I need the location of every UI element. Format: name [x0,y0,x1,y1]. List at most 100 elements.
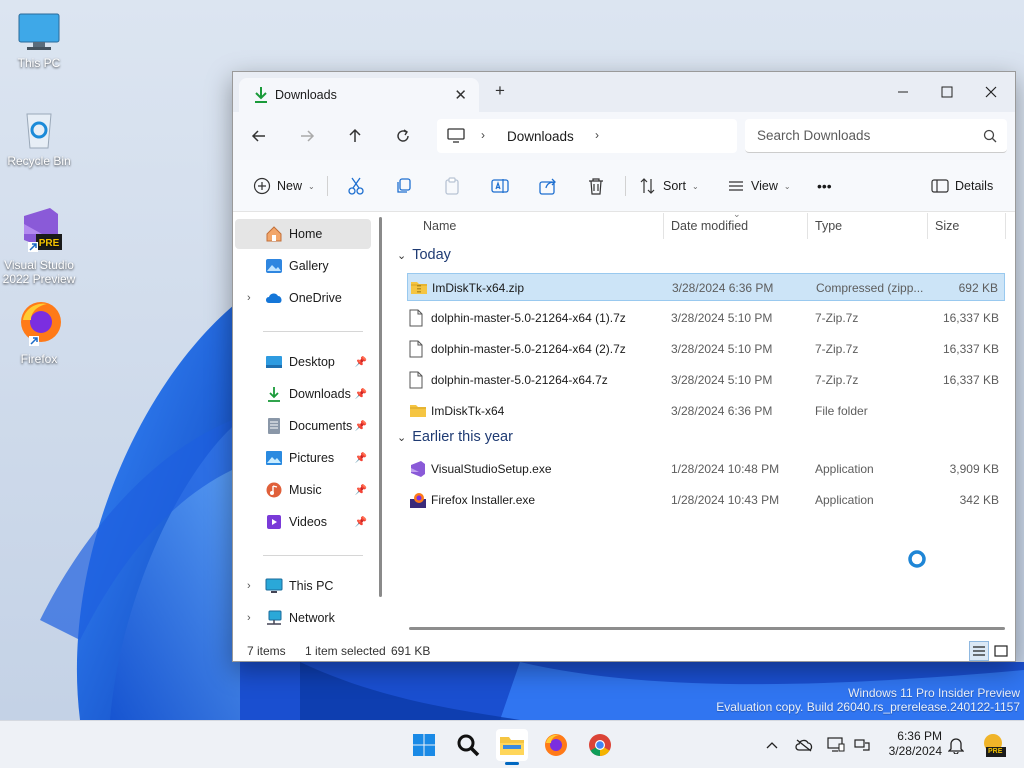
pin-icon[interactable]: 📌 [355,421,367,432]
table-row[interactable]: Firefox Installer.exe 1/28/2024 10:43 PM… [407,486,1005,514]
column-header-type[interactable]: Type [815,219,842,233]
minimize-button[interactable] [881,78,925,106]
paste-button[interactable] [443,174,461,198]
refresh-button[interactable] [391,124,415,148]
chevron-right-icon[interactable]: › [481,128,485,142]
desktop-icon-firefox[interactable]: Firefox [0,300,78,366]
column-divider[interactable] [927,213,928,239]
sidebar-item-videos[interactable]: Videos 📌 [235,507,371,537]
trash-icon [589,178,603,195]
chevron-right-icon[interactable]: › [595,128,599,142]
taskbar-chrome[interactable] [584,729,616,761]
horizontal-scrollbar[interactable] [409,627,1005,630]
firefox-icon [545,734,567,756]
chevron-down-icon: ⌄ [397,249,407,262]
desktop-icon-visual-studio[interactable]: PRE Visual Studio 2022 Preview [0,204,78,286]
taskbar-file-explorer[interactable] [496,729,528,765]
nav-scrollbar[interactable] [379,217,382,597]
sidebar-item-desktop[interactable]: Desktop 📌 [235,347,371,377]
show-hidden-icons-button[interactable] [762,735,782,755]
group-header-earlier-this-year[interactable]: ⌄ Earlier this year [397,429,513,445]
group-header-today[interactable]: ⌄ Today [397,247,451,263]
insider-badge-button[interactable]: PRE [980,732,1006,758]
column-header-name[interactable]: Name [423,219,456,233]
delete-button[interactable] [587,174,605,198]
details-view-button[interactable] [969,641,989,661]
details-pane-button[interactable]: Details [931,174,993,198]
chevron-down-icon: ⌄ [691,181,699,191]
network-tray-button[interactable] [852,735,872,755]
pin-icon[interactable]: 📌 [355,453,367,464]
chevron-right-icon[interactable]: › [247,612,251,624]
start-button[interactable] [408,729,440,761]
share-button[interactable] [539,174,557,198]
sidebar-item-this-pc[interactable]: › This PC [235,571,371,601]
table-row[interactable]: ImDiskTk-x64.zip 3/28/2024 6:36 PM Compr… [407,273,1005,301]
table-row[interactable]: VisualStudioSetup.exe 1/28/2024 10:48 PM… [407,455,1005,483]
onedrive-tray-button[interactable] [794,735,814,755]
search-box[interactable]: Search Downloads [745,119,1007,153]
desktop-icon-label: This PC [17,56,61,70]
file-name: dolphin-master-5.0-21264-x64 (2).7z [431,342,626,356]
table-row[interactable]: dolphin-master-5.0-21264-x64.7z 3/28/202… [407,366,1005,394]
copy-button[interactable] [395,174,413,198]
sidebar-item-network[interactable]: › Network [235,603,371,633]
taskbar-firefox[interactable] [540,729,572,761]
chevron-right-icon[interactable]: › [247,292,251,304]
sort-button[interactable]: Sort ⌄ [639,174,699,198]
pin-icon[interactable]: 📌 [355,357,367,368]
sidebar-item-onedrive[interactable]: › OneDrive [235,283,371,313]
pin-icon[interactable]: 📌 [355,517,367,528]
tab-downloads[interactable]: Downloads ✕ [239,78,479,112]
list-view-icon [729,181,743,191]
column-divider[interactable] [807,213,808,239]
rename-button[interactable] [491,174,509,198]
column-divider[interactable] [663,213,664,239]
share-icon [539,178,556,195]
table-row[interactable]: dolphin-master-5.0-21264-x64 (1).7z 3/28… [407,304,1005,332]
close-icon[interactable]: ✕ [454,86,467,104]
address-bar[interactable]: › Downloads › [437,119,737,153]
file-explorer-window: Downloads ✕ + › Downloads › Search Downl… [232,71,1016,662]
column-header-date[interactable]: Date modified [671,219,748,233]
sidebar-item-downloads[interactable]: Downloads 📌 [235,379,371,409]
tiles-view-button[interactable] [991,641,1011,661]
breadcrumb-downloads[interactable]: Downloads [507,129,574,144]
desktop-icon-recycle-bin[interactable]: Recycle Bin [0,108,78,168]
notifications-button[interactable] [946,735,966,755]
pin-icon[interactable]: 📌 [355,389,367,400]
table-row[interactable]: ImDiskTk-x64 3/28/2024 6:36 PM File fold… [407,397,1005,425]
chevron-right-icon[interactable]: › [247,580,251,592]
new-button[interactable]: New ⌄ [253,174,315,198]
display-tray-button[interactable] [826,735,846,755]
title-bar[interactable]: Downloads ✕ + [233,72,1015,112]
view-button[interactable]: View ⌄ [727,174,791,198]
maximize-button[interactable] [925,78,969,106]
back-button[interactable] [247,124,271,148]
search-input[interactable]: Search Downloads [757,128,870,143]
more-options-button[interactable]: ••• [817,174,832,198]
taskbar-search-button[interactable] [452,729,484,761]
cut-button[interactable] [347,174,365,198]
new-tab-button[interactable]: + [495,82,505,99]
sidebar-item-label: Music [289,483,322,497]
pin-icon[interactable]: 📌 [355,485,367,496]
file-size: 3,909 KB [949,462,999,476]
sidebar-item-gallery[interactable]: Gallery [235,251,371,281]
sidebar-item-home[interactable]: Home [235,219,371,249]
watermark-line: Windows 11 Pro Insider Preview [848,686,1020,700]
close-button[interactable] [969,78,1013,106]
sidebar-item-pictures[interactable]: Pictures 📌 [235,443,371,473]
column-divider[interactable] [1005,213,1006,239]
sidebar-item-documents[interactable]: Documents 📌 [235,411,371,441]
column-header-size[interactable]: Size [935,219,959,233]
forward-button[interactable] [295,124,319,148]
taskbar-clock[interactable]: 6:36 PM 3/28/2024 [872,729,942,759]
chevron-down-icon: ⌄ [397,431,407,444]
refresh-icon [397,129,409,142]
up-button[interactable] [343,124,367,148]
sidebar-item-music[interactable]: Music 📌 [235,475,371,505]
table-row[interactable]: dolphin-master-5.0-21264-x64 (2).7z 3/28… [407,335,1005,363]
desktop-icon-this-pc[interactable]: This PC [0,12,78,70]
nav-divider [263,555,363,556]
